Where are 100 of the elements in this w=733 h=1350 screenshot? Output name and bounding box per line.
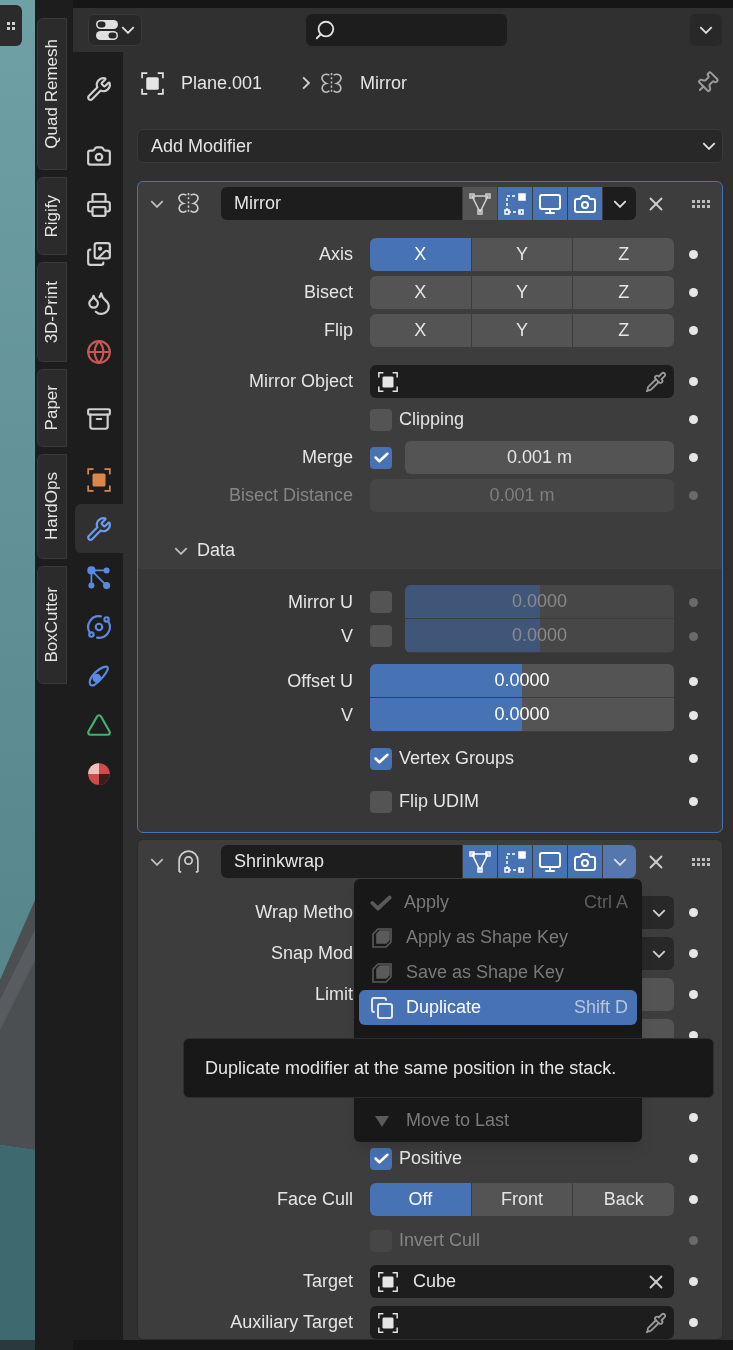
shortcut-text: Ctrl A (584, 891, 628, 914)
number-field[interactable]: 0.001 m (405, 441, 674, 474)
droplets-icon (86, 289, 112, 316)
segment-button[interactable]: X (370, 314, 471, 347)
object-field[interactable] (370, 365, 674, 398)
dropdown-button[interactable] (602, 187, 636, 220)
display-toggle[interactable] (532, 187, 567, 220)
drag-handle-icon[interactable] (692, 199, 710, 208)
monitor-icon (538, 191, 562, 216)
printer-icon (86, 191, 112, 218)
slider-value: 0.0000 (511, 590, 568, 613)
chevron-right-icon (302, 76, 310, 90)
display-toggle[interactable] (462, 187, 497, 220)
slider-field[interactable]: 0.0000 (370, 698, 674, 731)
editor-type-button[interactable] (88, 14, 142, 46)
field-label: Limit (315, 983, 353, 1006)
slider-value: 0.0000 (494, 669, 550, 692)
add-modifier-dropdown[interactable]: Add Modifier (137, 129, 723, 163)
arch-icon (176, 849, 201, 874)
segment-button[interactable]: Y (471, 314, 573, 347)
display-toggle[interactable] (497, 845, 532, 878)
archive-icon (86, 405, 112, 432)
sidebar-tab[interactable]: BoxCutter (37, 566, 67, 684)
segment-button[interactable]: Off (370, 1183, 471, 1216)
checkbox[interactable] (370, 790, 392, 813)
field-label: Mirror Object (249, 370, 353, 393)
checkbox-label: Clipping (399, 408, 465, 431)
segment-button[interactable]: Back (573, 1183, 674, 1216)
display-toggle[interactable] (462, 845, 497, 878)
eyedropper-icon[interactable] (645, 370, 667, 393)
cage-icon (503, 849, 527, 874)
dropdown-button[interactable] (602, 845, 636, 878)
chevron-down-icon (652, 949, 666, 958)
property-tab[interactable] (75, 504, 123, 553)
sidebar-tab[interactable]: Quad Remesh (37, 18, 67, 170)
vertex-triangle-icon (468, 849, 492, 874)
field-label: Bisect (303, 281, 353, 304)
slider-field[interactable]: 0.0000 (370, 664, 674, 697)
segment-button[interactable]: Z (573, 238, 674, 271)
grip-icon (7, 21, 15, 30)
nodes-icon (86, 564, 112, 591)
sidebar-tab[interactable]: 3D-Print (37, 262, 67, 362)
display-toggle[interactable] (532, 845, 567, 878)
globe-icon (86, 338, 112, 365)
checkbox[interactable] (370, 1147, 392, 1170)
chevron-down-icon (652, 908, 666, 917)
check-icon (373, 753, 389, 764)
checkbox-label: Vertex Groups (399, 747, 515, 770)
field-label: Wrap Metho (255, 901, 353, 924)
segment-button[interactable]: X (370, 276, 471, 309)
drag-handle-icon[interactable] (692, 857, 710, 866)
check-icon (373, 452, 389, 463)
options-button[interactable] (690, 14, 722, 46)
sidebar-tab[interactable]: Rigify (37, 177, 67, 255)
field-label: Offset U (287, 669, 353, 693)
checkbox-label: Flip UDIM (399, 790, 479, 813)
display-toggle[interactable] (567, 845, 602, 878)
check-icon (370, 894, 392, 911)
object-field[interactable]: Cube (370, 1265, 674, 1298)
checkbox-label: Positive (399, 1147, 463, 1170)
checkbox[interactable] (370, 747, 392, 770)
object-name: Plane.001 (181, 71, 264, 95)
chevron-down-icon (174, 546, 188, 555)
field-label: V (341, 624, 353, 648)
segment-button[interactable]: Z (573, 314, 674, 347)
wrench-icon (86, 515, 112, 542)
field-label: Axis (319, 243, 353, 266)
segment-button[interactable]: Z (573, 276, 674, 309)
square-icon (86, 466, 112, 493)
eyedropper-icon[interactable] (645, 1311, 667, 1334)
checkbox[interactable] (370, 446, 392, 469)
object-icon (377, 1311, 399, 1334)
object-field[interactable] (370, 1306, 674, 1339)
chevron-down-icon (150, 857, 164, 866)
search-field[interactable] (306, 14, 507, 46)
chevron-down-icon (702, 142, 716, 150)
sidebar-tab[interactable]: HardOps (37, 454, 67, 559)
triangle-icon (86, 711, 112, 738)
segment-button[interactable]: Front (471, 1183, 573, 1216)
field-label: Flip (324, 319, 353, 342)
chevron-down-icon (699, 26, 713, 34)
menu-item[interactable]: Duplicate Shift D (359, 990, 637, 1025)
segment-button[interactable]: X (370, 238, 471, 271)
modifier-name-field[interactable]: Mirror (221, 187, 462, 220)
corner-button[interactable] (0, 5, 22, 46)
sidebar-tab[interactable]: Paper (37, 369, 67, 447)
segment-button[interactable]: Y (471, 238, 573, 271)
field-label: Bisect Distance (228, 484, 353, 507)
modifier-name-field[interactable]: Shrinkwrap (221, 845, 462, 878)
display-toggle[interactable] (567, 187, 602, 220)
segment-button[interactable]: Y (471, 276, 573, 309)
wrench-icon (86, 75, 112, 102)
shape-key-icon (370, 960, 394, 985)
check-icon (373, 1153, 389, 1164)
display-toggle[interactable] (497, 187, 532, 220)
field-label: Merge (301, 446, 353, 469)
subpanel-header[interactable]: Data (138, 532, 722, 569)
copy-icon (370, 995, 394, 1020)
orbit-icon (86, 613, 112, 640)
butterfly-icon (176, 191, 201, 216)
